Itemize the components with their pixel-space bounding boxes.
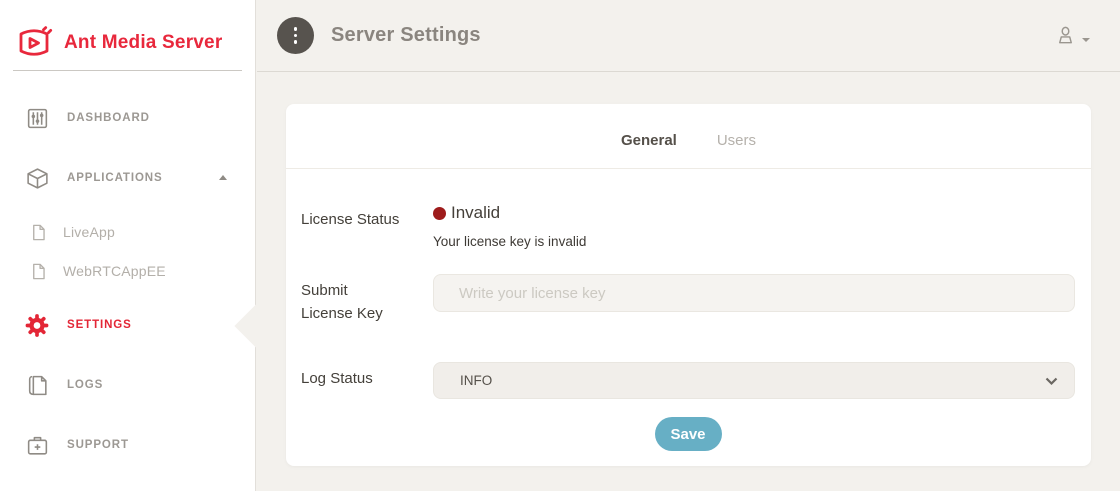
sidebar-item-label: LiveApp bbox=[63, 224, 115, 240]
collapse-caret-icon[interactable] bbox=[219, 175, 227, 180]
sidebar: Ant Media Server DASHBOARD bbox=[0, 0, 256, 491]
status-dot-icon bbox=[433, 207, 446, 220]
dashboard-icon bbox=[24, 105, 50, 131]
sidebar-item-label: APPLICATIONS bbox=[67, 172, 163, 184]
main-area: Server Settings General Users License St… bbox=[257, 0, 1120, 491]
server-settings-card: General Users License Status Invalid You… bbox=[286, 104, 1091, 466]
submit-license-row: Submit License Key bbox=[301, 274, 1075, 325]
sidebar-item-label: DASHBOARD bbox=[67, 112, 150, 124]
package-icon bbox=[24, 165, 50, 191]
logo-text: Ant Media Server bbox=[64, 32, 222, 54]
settings-tabs: General Users bbox=[286, 104, 1091, 149]
logs-icon bbox=[24, 372, 50, 398]
license-status-value: Invalid bbox=[451, 203, 500, 223]
license-status-label: License Status bbox=[301, 203, 433, 231]
user-menu[interactable] bbox=[1054, 24, 1090, 47]
sidebar-item-label: SETTINGS bbox=[67, 319, 132, 331]
save-row: Save bbox=[301, 417, 1075, 451]
sidebar-nav: DASHBOARD APPLICATIONS LiveApp bbox=[0, 106, 255, 457]
sidebar-item-label: LOGS bbox=[67, 379, 103, 391]
license-status-row: License Status Invalid Your license key … bbox=[301, 203, 1075, 249]
sidebar-item-settings[interactable]: SETTINGS bbox=[0, 313, 255, 337]
user-icon bbox=[1054, 24, 1077, 47]
sidebar-item-webrtcappee[interactable]: WebRTCAppEE bbox=[0, 259, 255, 283]
submit-license-label: Submit License Key bbox=[301, 274, 393, 325]
license-key-input[interactable] bbox=[433, 274, 1075, 312]
logo[interactable]: Ant Media Server bbox=[0, 0, 255, 70]
sidebar-item-support[interactable]: SUPPORT bbox=[0, 433, 255, 457]
log-status-label: Log Status bbox=[301, 362, 433, 390]
sidebar-divider bbox=[13, 70, 242, 71]
tab-general[interactable]: General bbox=[621, 132, 677, 149]
gear-icon bbox=[24, 312, 50, 338]
sidebar-item-dashboard[interactable]: DASHBOARD bbox=[0, 106, 255, 130]
sidebar-item-label: WebRTCAppEE bbox=[63, 263, 166, 279]
sidebar-item-label: SUPPORT bbox=[67, 439, 129, 451]
sidebar-item-liveapp[interactable]: LiveApp bbox=[0, 220, 255, 244]
kebab-menu-button[interactable] bbox=[277, 17, 314, 54]
top-bar: Server Settings bbox=[257, 0, 1120, 72]
license-status-value-line: Invalid bbox=[433, 203, 1075, 223]
sidebar-item-applications[interactable]: APPLICATIONS bbox=[0, 166, 255, 190]
page-title: Server Settings bbox=[331, 24, 481, 47]
sidebar-item-logs[interactable]: LOGS bbox=[0, 373, 255, 397]
first-aid-icon bbox=[24, 432, 50, 458]
file-icon bbox=[28, 261, 48, 281]
log-status-select[interactable]: INFO bbox=[433, 362, 1075, 399]
save-button[interactable]: Save bbox=[655, 417, 722, 451]
license-status-description: Your license key is invalid bbox=[433, 234, 1075, 249]
tab-users[interactable]: Users bbox=[717, 132, 756, 149]
chevron-down-icon bbox=[1082, 38, 1090, 42]
ant-media-logo-icon bbox=[14, 25, 54, 61]
file-icon bbox=[28, 222, 48, 242]
general-settings-form: License Status Invalid Your license key … bbox=[286, 169, 1091, 451]
log-status-row: Log Status INFO bbox=[301, 362, 1075, 399]
